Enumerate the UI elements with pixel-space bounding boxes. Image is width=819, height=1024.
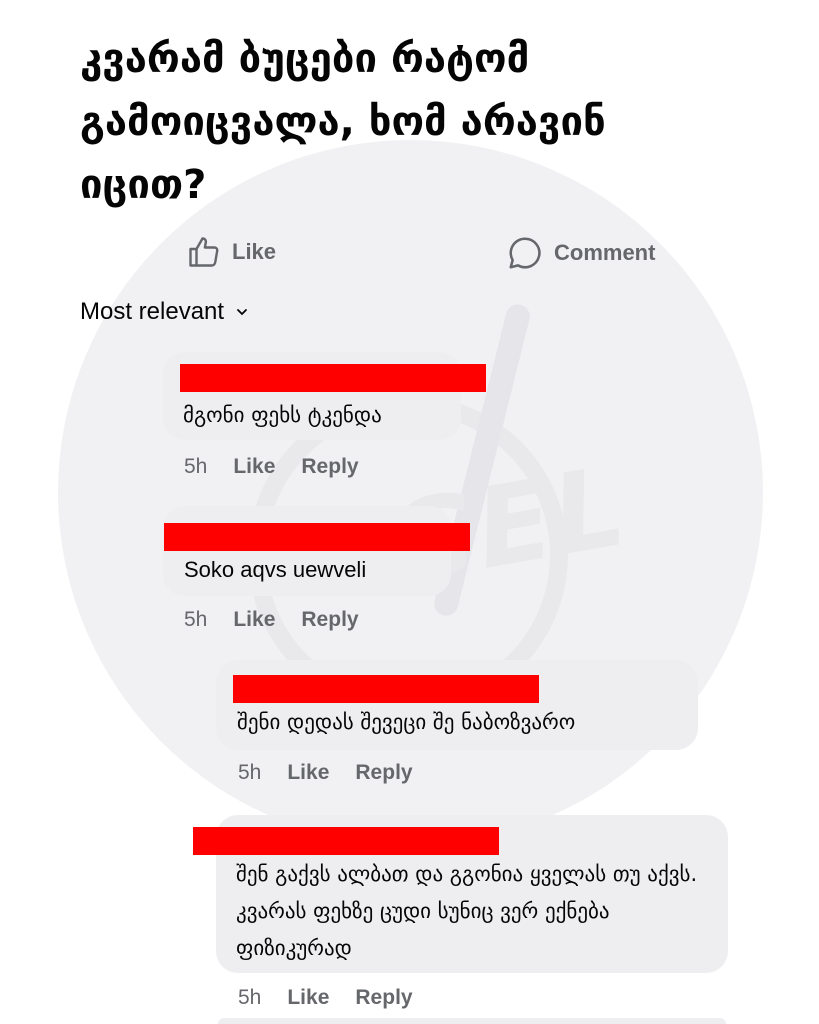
comment-time: 5h — [184, 608, 208, 631]
comment-like-button[interactable]: Like — [233, 608, 275, 632]
comment-bubble-icon — [509, 237, 541, 269]
comment-meta: 5h Like Reply — [184, 608, 359, 632]
thumbs-up-icon — [189, 237, 219, 267]
comment-like-button[interactable]: Like — [233, 455, 275, 479]
post-title: კვარამ ბუცები რატომ გამოიცვალა, ხომ არავ… — [80, 36, 606, 208]
comment-text: Soko aqvs uewveli — [184, 557, 367, 582]
comment-reply-button[interactable]: Reply — [355, 986, 412, 1010]
redacted-author-name — [193, 827, 499, 855]
comment-text: შენი დედას შევეცი შე ნაბოზვარო — [237, 710, 576, 734]
comment-like-button[interactable]: Like — [287, 986, 329, 1010]
redacted-author-name — [180, 364, 486, 392]
comment-label: Comment — [554, 240, 656, 265]
post-actions-bar: Like Comment — [0, 230, 819, 278]
comment-like-button[interactable]: Like — [287, 761, 329, 785]
redacted-author-name — [233, 675, 539, 703]
comment-sort-dropdown[interactable]: Most relevant — [80, 298, 248, 326]
like-button[interactable]: Like — [186, 234, 276, 270]
comment-reply-button[interactable]: Reply — [301, 455, 358, 479]
redacted-author-name — [164, 523, 470, 551]
comment-reply-button[interactable]: Reply — [301, 608, 358, 632]
chevron-down-icon — [237, 309, 247, 316]
comment-time: 5h — [184, 455, 208, 478]
next-comment-edge — [218, 1018, 726, 1024]
comment-time: 5h — [238, 986, 262, 1009]
comment-text: შენ გაქვს ალბათ და გგონია ყველას თუ აქვს… — [236, 862, 698, 960]
comment-reply-button[interactable]: Reply — [355, 761, 412, 785]
comment-meta: 5h Like Reply — [238, 761, 413, 785]
comment-meta: 5h Like Reply — [184, 455, 359, 479]
comment-text: მგონი ფეხს ტკენდა — [183, 403, 382, 427]
comment-time: 5h — [238, 761, 262, 784]
comment-button[interactable]: Comment — [506, 234, 655, 272]
comment-meta: 5h Like Reply — [238, 986, 413, 1010]
sort-label: Most relevant — [80, 298, 225, 325]
like-label: Like — [232, 239, 277, 264]
